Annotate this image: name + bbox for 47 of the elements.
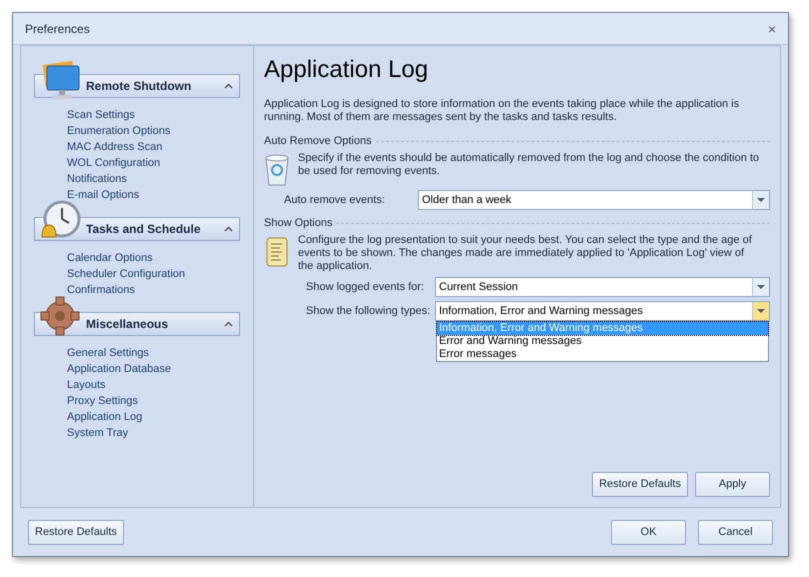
nav-link[interactable]: Application Log (67, 409, 142, 425)
dropdown[interactable]: Current Session (435, 277, 770, 297)
group-title: Remote Shutdown (86, 78, 192, 95)
nav-link[interactable]: Layouts (67, 377, 106, 393)
nav-link[interactable]: Application Database (67, 361, 171, 377)
button[interactable]: Apply (695, 472, 770, 497)
close-button[interactable]: × (768, 22, 776, 36)
nav-link[interactable]: Notifications (67, 171, 127, 187)
section-description: Configure the log presentation to suit your needs best. You can select the type and the age of events to be shown. The changes made are immediately applied to 'Application Log' view of the application. (298, 234, 753, 273)
dropdown-option[interactable]: Error messages (437, 348, 768, 361)
nav-link[interactable]: WOL Configuration (67, 155, 160, 171)
collapse-chevron-icon[interactable] (224, 83, 233, 89)
group-title: Tasks and Schedule (86, 221, 202, 238)
nav-link[interactable]: Proxy Settings (67, 393, 138, 409)
button[interactable]: Restore Defaults (592, 472, 688, 497)
dropdown[interactable]: Older than a week (418, 190, 770, 210)
field-label: Show logged events for: (306, 280, 426, 295)
page-title: Application Log (264, 55, 430, 85)
collapse-chevron-icon[interactable] (224, 226, 233, 232)
dropdown-value: Older than a week (421, 192, 512, 208)
button[interactable]: Restore Defaults (28, 520, 124, 544)
field-label: Show the following types: (306, 304, 431, 319)
button[interactable]: OK (611, 520, 686, 544)
dropdown-value: Current Session (438, 280, 519, 295)
section-heading: Show Options (264, 216, 332, 231)
nav-link[interactable]: Calendar Options (67, 250, 153, 266)
intro-text: Application Log is designed to store information on the events taking place while the application is running. Most of them are messages sent by the tasks and tasks results. (264, 98, 740, 124)
group-title: Miscellaneous (86, 316, 170, 333)
collapse-chevron-icon[interactable] (224, 321, 233, 327)
document-scroll-icon (264, 236, 290, 268)
nav-link[interactable]: Enumeration Options (67, 123, 170, 139)
nav-link[interactable]: Confirmations (67, 282, 135, 298)
section-heading: Auto Remove Options (264, 134, 372, 149)
recycle-bin-icon (264, 154, 290, 186)
nav-link[interactable]: E-mail Options (67, 187, 140, 203)
section-description: Specify if the events should be automatically removed from the log and choose the condition to be used for removing events. (298, 152, 760, 179)
nav-link[interactable]: Scan Settings (67, 107, 135, 123)
dropdown-option[interactable]: Error and Warning messages (437, 335, 768, 348)
nav-link[interactable]: General Settings (67, 345, 149, 361)
nav-link[interactable]: MAC Address Scan (67, 139, 162, 155)
window-title: Preferences (25, 20, 90, 38)
dropdown-value: Information, Error and Warning messages (438, 304, 644, 319)
nav-link[interactable]: System Tray (67, 425, 128, 441)
button[interactable]: Cancel (698, 520, 773, 544)
nav-link[interactable]: Scheduler Configuration (67, 266, 186, 282)
field-label: Auto remove events: (284, 192, 386, 208)
gear-icon (38, 294, 82, 338)
